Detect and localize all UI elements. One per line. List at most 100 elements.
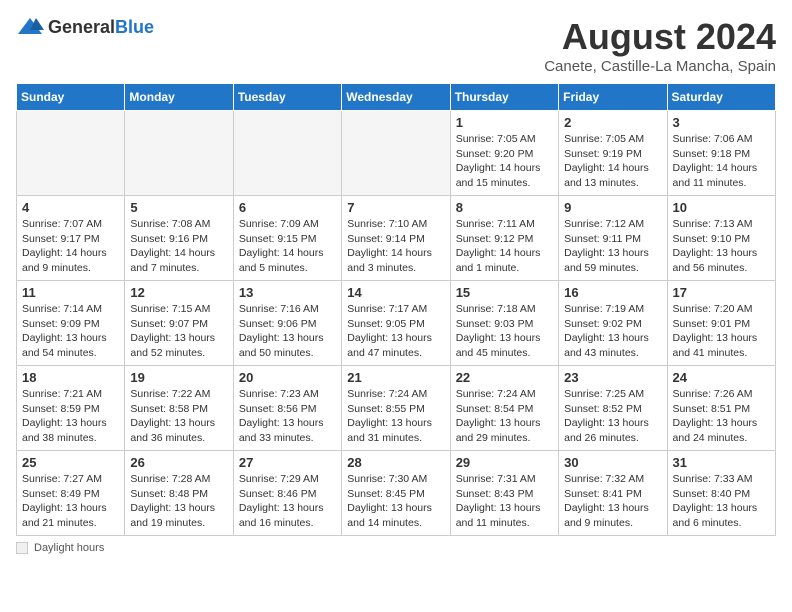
calendar-cell: 8 Sunrise: 7:11 AMSunset: 9:12 PMDaylight… bbox=[450, 196, 558, 281]
calendar-cell: 20Sunrise: 7:23 AMSunset: 8:56 PMDayligh… bbox=[233, 366, 341, 451]
day-number: 17 bbox=[673, 285, 770, 300]
calendar-cell: 10 Sunrise: 7:13 AMSunset: 9:10 PMDayligh… bbox=[667, 196, 775, 281]
day-info: Sunrise: 7:05 AMSunset: 9:19 PMDaylight:… bbox=[564, 132, 661, 191]
calendar-cell: 12Sunrise: 7:15 AMSunset: 9:07 PMDayligh… bbox=[125, 281, 233, 366]
day-number: 29 bbox=[456, 455, 553, 470]
calendar-cell: 25 Sunrise: 7:27 AMSunset: 8:49 PMDayligh… bbox=[17, 451, 125, 536]
week-row-3: 18 Sunrise: 7:21 AMSunset: 8:59 PMDayligh… bbox=[17, 366, 776, 451]
day-info: Sunrise: 7:21 AMSunset: 8:59 PMDaylight:… bbox=[22, 387, 119, 446]
day-number: 8 bbox=[456, 200, 553, 215]
day-number: 27 bbox=[239, 455, 336, 470]
calendar-cell: 3Sunrise: 7:06 AMSunset: 9:18 PMDaylight… bbox=[667, 111, 775, 196]
calendar-cell: 28Sunrise: 7:30 AMSunset: 8:45 PMDayligh… bbox=[342, 451, 450, 536]
day-number: 11 bbox=[22, 285, 119, 300]
day-number: 4 bbox=[22, 200, 119, 215]
calendar-cell: 15Sunrise: 7:18 AMSunset: 9:03 PMDayligh… bbox=[450, 281, 558, 366]
day-info: Sunrise: 7:33 AMSunset: 8:40 PMDaylight:… bbox=[673, 472, 770, 531]
day-number: 16 bbox=[564, 285, 661, 300]
col-saturday: Saturday bbox=[667, 84, 775, 111]
day-number: 9 bbox=[564, 200, 661, 215]
day-info: Sunrise: 7:19 AMSunset: 9:02 PMDaylight:… bbox=[564, 302, 661, 361]
week-row-1: 4 Sunrise: 7:07 AMSunset: 9:17 PMDaylight… bbox=[17, 196, 776, 281]
footer-note: Daylight hours bbox=[16, 542, 776, 554]
col-monday: Monday bbox=[125, 84, 233, 111]
day-info: Sunrise: 7:27 AMSunset: 8:49 PMDaylight:… bbox=[22, 472, 119, 531]
calendar-cell: 18 Sunrise: 7:21 AMSunset: 8:59 PMDayligh… bbox=[17, 366, 125, 451]
calendar-cell: 21 Sunrise: 7:24 AMSunset: 8:55 PMDayligh… bbox=[342, 366, 450, 451]
week-row-4: 25 Sunrise: 7:27 AMSunset: 8:49 PMDayligh… bbox=[17, 451, 776, 536]
day-info: Sunrise: 7:07 AMSunset: 9:17 PMDaylight:… bbox=[22, 217, 119, 276]
day-number: 13 bbox=[239, 285, 336, 300]
day-number: 2 bbox=[564, 115, 661, 130]
day-info: Sunrise: 7:23 AMSunset: 8:56 PMDaylight:… bbox=[239, 387, 336, 446]
calendar-cell: 16 Sunrise: 7:19 AMSunset: 9:02 PMDayligh… bbox=[559, 281, 667, 366]
col-friday: Friday bbox=[559, 84, 667, 111]
day-number: 3 bbox=[673, 115, 770, 130]
day-number: 30 bbox=[564, 455, 661, 470]
calendar-cell bbox=[125, 111, 233, 196]
day-info: Sunrise: 7:31 AMSunset: 8:43 PMDaylight:… bbox=[456, 472, 553, 531]
calendar-cell: 11 Sunrise: 7:14 AMSunset: 9:09 PMDayligh… bbox=[17, 281, 125, 366]
day-info: Sunrise: 7:20 AMSunset: 9:01 PMDaylight:… bbox=[673, 302, 770, 361]
day-number: 18 bbox=[22, 370, 119, 385]
day-number: 25 bbox=[22, 455, 119, 470]
calendar-table: Sunday Monday Tuesday Wednesday Thursday… bbox=[16, 83, 776, 536]
title-area: August 2024 Canete, Castille-La Mancha, … bbox=[544, 16, 776, 75]
header: GeneralBlue August 2024 Canete, Castille… bbox=[16, 16, 776, 75]
month-title: August 2024 bbox=[544, 16, 776, 58]
day-info: Sunrise: 7:10 AMSunset: 9:14 PMDaylight:… bbox=[347, 217, 444, 276]
day-info: Sunrise: 7:26 AMSunset: 8:51 PMDaylight:… bbox=[673, 387, 770, 446]
day-info: Sunrise: 7:12 AMSunset: 9:11 PMDaylight:… bbox=[564, 217, 661, 276]
day-number: 24 bbox=[673, 370, 770, 385]
week-row-2: 11 Sunrise: 7:14 AMSunset: 9:09 PMDayligh… bbox=[17, 281, 776, 366]
calendar-cell: 5Sunrise: 7:08 AMSunset: 9:16 PMDaylight… bbox=[125, 196, 233, 281]
day-info: Sunrise: 7:28 AMSunset: 8:48 PMDaylight:… bbox=[130, 472, 227, 531]
day-number: 26 bbox=[130, 455, 227, 470]
calendar-cell: 22 Sunrise: 7:24 AMSunset: 8:54 PMDayligh… bbox=[450, 366, 558, 451]
day-number: 23 bbox=[564, 370, 661, 385]
day-info: Sunrise: 7:30 AMSunset: 8:45 PMDaylight:… bbox=[347, 472, 444, 531]
logo-icon bbox=[16, 16, 44, 38]
day-number: 6 bbox=[239, 200, 336, 215]
day-info: Sunrise: 7:24 AMSunset: 8:55 PMDaylight:… bbox=[347, 387, 444, 446]
calendar-cell bbox=[17, 111, 125, 196]
day-number: 10 bbox=[673, 200, 770, 215]
calendar-cell: 29 Sunrise: 7:31 AMSunset: 8:43 PMDayligh… bbox=[450, 451, 558, 536]
calendar-cell: 17 Sunrise: 7:20 AMSunset: 9:01 PMDayligh… bbox=[667, 281, 775, 366]
calendar-cell: 4 Sunrise: 7:07 AMSunset: 9:17 PMDaylight… bbox=[17, 196, 125, 281]
logo-blue: Blue bbox=[115, 17, 154, 37]
day-info: Sunrise: 7:11 AMSunset: 9:12 PMDaylight:… bbox=[456, 217, 553, 276]
col-tuesday: Tuesday bbox=[233, 84, 341, 111]
day-info: Sunrise: 7:14 AMSunset: 9:09 PMDaylight:… bbox=[22, 302, 119, 361]
footer-label: Daylight hours bbox=[34, 542, 104, 554]
calendar-cell: 13Sunrise: 7:16 AMSunset: 9:06 PMDayligh… bbox=[233, 281, 341, 366]
calendar-cell: 23 Sunrise: 7:25 AMSunset: 8:52 PMDayligh… bbox=[559, 366, 667, 451]
day-number: 19 bbox=[130, 370, 227, 385]
calendar-cell: 27 Sunrise: 7:29 AMSunset: 8:46 PMDayligh… bbox=[233, 451, 341, 536]
day-info: Sunrise: 7:24 AMSunset: 8:54 PMDaylight:… bbox=[456, 387, 553, 446]
col-wednesday: Wednesday bbox=[342, 84, 450, 111]
day-number: 21 bbox=[347, 370, 444, 385]
day-number: 22 bbox=[456, 370, 553, 385]
calendar-cell: 31Sunrise: 7:33 AMSunset: 8:40 PMDayligh… bbox=[667, 451, 775, 536]
day-info: Sunrise: 7:08 AMSunset: 9:16 PMDaylight:… bbox=[130, 217, 227, 276]
day-info: Sunrise: 7:15 AMSunset: 9:07 PMDaylight:… bbox=[130, 302, 227, 361]
footer-dot bbox=[16, 542, 28, 554]
day-number: 7 bbox=[347, 200, 444, 215]
calendar-cell: 2 Sunrise: 7:05 AMSunset: 9:19 PMDaylight… bbox=[559, 111, 667, 196]
location-subtitle: Canete, Castille-La Mancha, Spain bbox=[544, 58, 776, 75]
day-info: Sunrise: 7:32 AMSunset: 8:41 PMDaylight:… bbox=[564, 472, 661, 531]
day-info: Sunrise: 7:17 AMSunset: 9:05 PMDaylight:… bbox=[347, 302, 444, 361]
day-number: 14 bbox=[347, 285, 444, 300]
header-row: Sunday Monday Tuesday Wednesday Thursday… bbox=[17, 84, 776, 111]
day-info: Sunrise: 7:25 AMSunset: 8:52 PMDaylight:… bbox=[564, 387, 661, 446]
calendar-cell: 9 Sunrise: 7:12 AMSunset: 9:11 PMDaylight… bbox=[559, 196, 667, 281]
week-row-0: 1Sunrise: 7:05 AMSunset: 9:20 PMDaylight… bbox=[17, 111, 776, 196]
day-info: Sunrise: 7:29 AMSunset: 8:46 PMDaylight:… bbox=[239, 472, 336, 531]
calendar-cell: 7 Sunrise: 7:10 AMSunset: 9:14 PMDaylight… bbox=[342, 196, 450, 281]
calendar-cell: 30 Sunrise: 7:32 AMSunset: 8:41 PMDayligh… bbox=[559, 451, 667, 536]
day-info: Sunrise: 7:13 AMSunset: 9:10 PMDaylight:… bbox=[673, 217, 770, 276]
day-number: 1 bbox=[456, 115, 553, 130]
calendar-cell bbox=[233, 111, 341, 196]
calendar-cell: 6Sunrise: 7:09 AMSunset: 9:15 PMDaylight… bbox=[233, 196, 341, 281]
